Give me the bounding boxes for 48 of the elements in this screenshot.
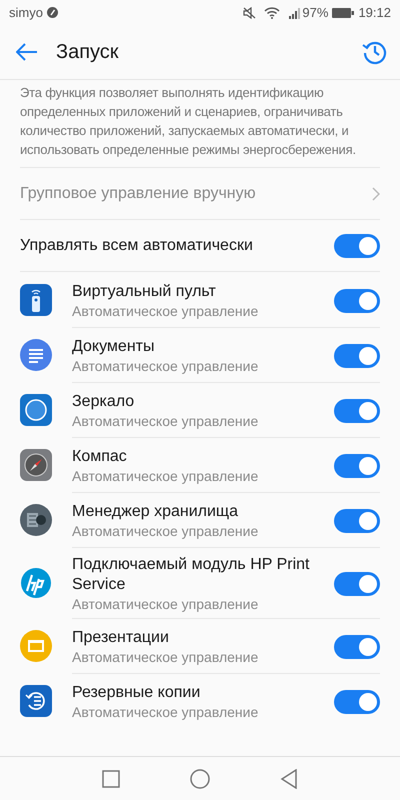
app-name: Менеджер хранилища [72,502,239,522]
manage-all-label: Управлять всем автоматически [20,236,253,256]
toggle-switch[interactable] [334,454,380,478]
home-button[interactable] [190,768,210,788]
app-status: Автоматическое управление [72,412,260,430]
slides-icon [20,630,52,662]
app-name: Резервные копии [72,683,202,703]
toggle-switch[interactable] [334,509,380,533]
history-button[interactable] [362,39,388,65]
toggle-switch[interactable] [334,635,380,659]
app-status: Автоматическое управление [72,648,260,666]
toggle-switch[interactable] [334,344,380,368]
remote-icon [20,284,52,316]
battery-percent: 97% [302,4,328,22]
recents-button[interactable] [102,770,120,788]
toggle-switch[interactable] [334,288,380,312]
clock-time: 19:12 [358,4,391,22]
app-name: Виртуальный пульт [72,282,217,302]
toggle-switch[interactable] [334,234,380,258]
back-nav-button[interactable] [280,768,298,788]
app-status: Автоматическое управление [72,357,260,375]
app-status: Автоматическое управление [72,595,260,613]
wifi-icon [264,6,280,18]
carrier-name: simyo [9,4,43,22]
hp-logo-icon [20,566,52,598]
app-status: Автоматическое управление [72,703,260,721]
toggle-switch[interactable] [334,399,380,423]
app-name: Документы [72,337,156,357]
battery-icon [332,8,354,18]
toggle-switch[interactable] [334,572,380,596]
storage-icon [20,504,52,536]
app-status: Автоматическое управление [72,302,260,320]
app-name: Подключаемый модуль HP Print Service [72,555,310,595]
mute-icon [243,6,256,18]
app-name: Компас [72,447,128,467]
app-status: Автоматическое управление [72,467,260,485]
chevron-icon [372,186,380,200]
document-icon [20,338,52,370]
compass-icon [20,448,52,480]
description-text: Эта функция позволяет выполнять идентификацию определенных приложений и сценариев, ограничивать количество приложений, запускаемых автоматически, и использовать определенные режимы энергосбережения. [20,84,357,159]
app-name: Презентации [72,628,170,648]
toggle-switch[interactable] [334,690,380,714]
app-name: Зеркало [72,392,136,412]
screen-title: Запуск [56,40,119,65]
app-status: Автоматическое управление [72,522,260,540]
signal-icon [288,6,302,18]
notification-icon [46,7,58,18]
backup-icon [20,684,52,716]
